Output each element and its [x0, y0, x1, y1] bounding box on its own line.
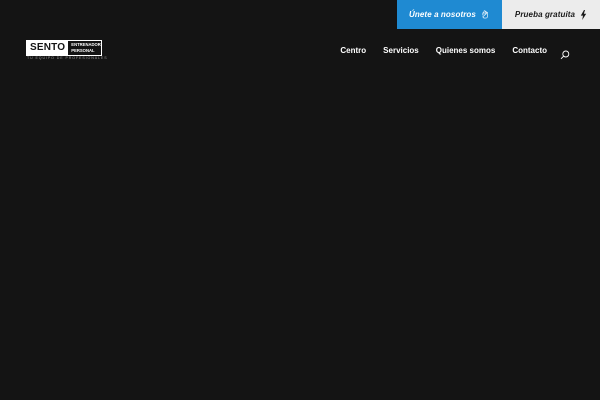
logo-mark: SENTO [27, 41, 69, 55]
nav-item-servicios[interactable]: Servicios [383, 46, 419, 55]
hand-icon [481, 10, 490, 19]
free-trial-label: Prueba gratuita [514, 10, 576, 19]
main-navigation: Centro Servicios Quienes somos Contacto [323, 46, 547, 55]
join-us-label: Únete a nosotros [409, 10, 476, 19]
free-trial-button[interactable]: Prueba gratuita [502, 0, 600, 29]
page: Únete a nosotros Prueba gratuita SENTO E… [0, 0, 600, 400]
logo-frame: SENTO ENTRENADOR PERSONAL [26, 40, 102, 56]
logo-subtitle-line-2: PERSONAL [71, 48, 95, 53]
brand-logo[interactable]: SENTO ENTRENADOR PERSONAL TU EQUIPO DE P… [26, 40, 108, 60]
search-icon[interactable] [560, 47, 570, 60]
logo-subtitle: ENTRENADOR PERSONAL [68, 41, 104, 55]
top-utility-bar: Únete a nosotros Prueba gratuita [397, 0, 600, 29]
nav-item-centro[interactable]: Centro [340, 46, 366, 55]
nav-item-quienes-somos[interactable]: Quienes somos [436, 46, 496, 55]
nav-item-contacto[interactable]: Contacto [512, 46, 547, 55]
join-us-button[interactable]: Únete a nosotros [397, 0, 502, 29]
logo-tagline: TU EQUIPO DE PROFESIONALES [27, 56, 108, 60]
lightning-icon [580, 9, 587, 20]
